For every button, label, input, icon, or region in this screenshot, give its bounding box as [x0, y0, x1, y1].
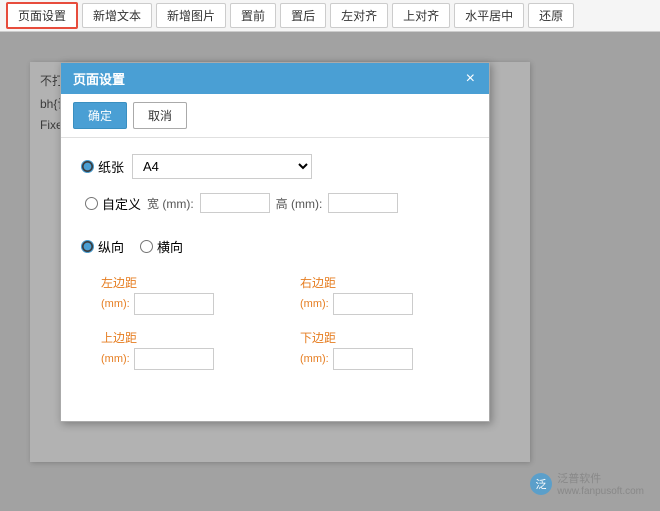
restore-button[interactable]: 还原 [528, 3, 574, 28]
margin-left-input-row: (mm): [101, 293, 270, 315]
margin-right-input[interactable] [333, 293, 413, 315]
margin-left-item: 左边距 (mm): 上边距 (mm): [101, 274, 270, 370]
move-front-button[interactable]: 置前 [230, 3, 276, 28]
margin-top-input[interactable] [134, 348, 214, 370]
dialog-header: 页面设置 × [61, 63, 489, 94]
paper-label: 纸张 [98, 157, 124, 176]
brand-url: www.fanpusoft.com [557, 486, 644, 497]
height-label: 高 (mm): [276, 195, 323, 212]
add-image-button[interactable]: 新增图片 [156, 3, 226, 28]
landscape-radio[interactable] [140, 240, 153, 253]
margin-top-label: 上边距 [101, 329, 270, 346]
margin-left-sub: (mm): [101, 298, 130, 310]
move-back-button[interactable]: 置后 [280, 3, 326, 28]
paper-radio-label[interactable]: 纸张 [81, 157, 124, 176]
brand-area: 泛 泛普软件 www.fanpusoft.com [529, 470, 644, 497]
toolbar: 页面设置 新增文本 新增图片 置前 置后 左对齐 上对齐 水平居中 还原 [0, 0, 660, 32]
custom-label: 自定义 [102, 194, 141, 213]
width-label: 宽 (mm): [147, 195, 194, 212]
custom-row: 自定义 宽 (mm): 高 (mm): [81, 193, 469, 213]
margin-section: 左边距 (mm): 上边距 (mm): [81, 274, 469, 370]
margin-top-sub: (mm): [101, 353, 130, 365]
brand-name: 泛普软件 [557, 470, 644, 486]
dialog-toolbar: 确定 取消 [61, 94, 489, 138]
orientation-row: 纵向 横向 [81, 237, 469, 256]
margin-left-input[interactable] [134, 293, 214, 315]
align-top-button[interactable]: 上对齐 [392, 3, 450, 28]
paper-row: 纸张 A4 A3 B5 Letter [81, 154, 469, 179]
page-setup-button[interactable]: 页面设置 [6, 2, 78, 29]
brand-logo-icon: 泛 [529, 472, 553, 496]
center-horizontal-button[interactable]: 水平居中 [454, 3, 524, 28]
portrait-label: 纵向 [98, 237, 124, 256]
dialog-title: 页面设置 [73, 69, 125, 88]
margin-right-sub: (mm): [300, 298, 329, 310]
dialog-body: 纸张 A4 A3 B5 Letter 自定义 宽 (mm): [61, 138, 489, 386]
portrait-radio-label[interactable]: 纵向 [81, 237, 124, 256]
margin-top-input-row: (mm): [101, 348, 270, 370]
margin-left-label: 左边距 [101, 274, 270, 291]
margin-right-item: 右边距 (mm): 下边距 (mm): [300, 274, 469, 370]
main-area: 不打印当前 bh{计算 FixedF 页面设置 × 确定 取消 [0, 32, 660, 511]
confirm-button[interactable]: 确定 [73, 102, 127, 129]
modal-overlay: 页面设置 × 确定 取消 纸张 A4 A3 [0, 32, 660, 511]
align-left-button[interactable]: 左对齐 [330, 3, 388, 28]
custom-radio[interactable] [85, 197, 98, 210]
landscape-label: 横向 [157, 237, 183, 256]
width-input[interactable] [200, 193, 270, 213]
landscape-radio-label[interactable]: 横向 [140, 237, 183, 256]
margin-bottom-input-row: (mm): [300, 348, 469, 370]
dialog-close-button[interactable]: × [464, 71, 477, 87]
add-text-button[interactable]: 新增文本 [82, 3, 152, 28]
margin-bottom-input[interactable] [333, 348, 413, 370]
cancel-button[interactable]: 取消 [133, 102, 187, 129]
margin-bottom-sub: (mm): [300, 353, 329, 365]
brand-text: 泛普软件 www.fanpusoft.com [557, 470, 644, 497]
margin-right-label: 右边距 [300, 274, 469, 291]
height-input[interactable] [328, 193, 398, 213]
portrait-radio[interactable] [81, 240, 94, 253]
margin-right-input-row: (mm): [300, 293, 469, 315]
paper-select[interactable]: A4 A3 B5 Letter [132, 154, 312, 179]
paper-radio[interactable] [81, 160, 94, 173]
margin-bottom-label: 下边距 [300, 329, 469, 346]
svg-text:泛: 泛 [536, 478, 547, 491]
page-setup-dialog: 页面设置 × 确定 取消 纸张 A4 A3 [60, 62, 490, 422]
custom-radio-label[interactable]: 自定义 [85, 194, 141, 213]
